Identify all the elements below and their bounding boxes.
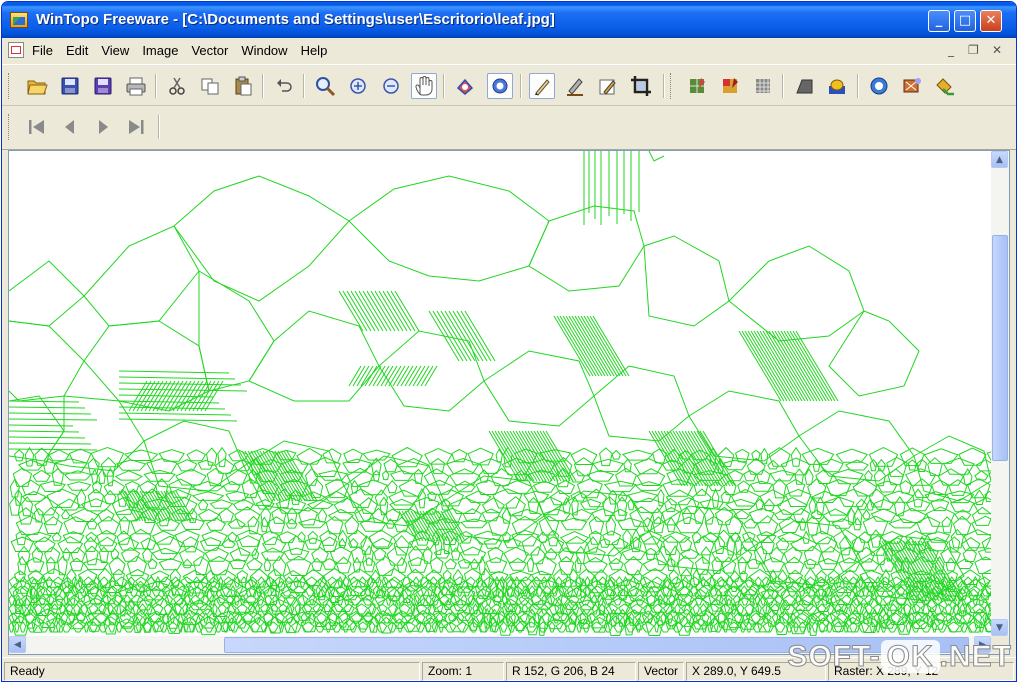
mdi-restore-button[interactable]: ❐	[968, 43, 979, 57]
hand-icon[interactable]	[411, 73, 437, 99]
mdi-close-button[interactable]: ✕	[992, 43, 1002, 57]
vector-options-icon[interactable]	[866, 73, 892, 99]
menu-edit[interactable]: Edit	[66, 43, 95, 58]
scroll-left-arrow-icon[interactable]: ◀	[9, 636, 26, 653]
crop-icon[interactable]	[628, 73, 654, 99]
save-icon[interactable]	[57, 73, 83, 99]
menu-bar: File Edit View Image Vector Window Help …	[2, 38, 1016, 62]
edit-pen-icon[interactable]	[562, 73, 588, 99]
window-title: WinTopo Freeware - [C:\Documents and Set…	[36, 11, 555, 28]
title-bar[interactable]: WinTopo Freeware - [C:\Documents and Set…	[2, 2, 1016, 38]
toolbar-separator	[158, 115, 160, 139]
toolbar-separator	[443, 74, 445, 98]
vector-drawing[interactable]	[9, 151, 991, 636]
navigation-toolbar	[2, 106, 1016, 150]
toolbar-separator	[262, 74, 264, 98]
watermark-right: .NET	[939, 640, 1012, 674]
menu-window[interactable]: Window	[241, 43, 294, 58]
menu-help[interactable]: Help	[301, 43, 335, 58]
toolbar-separator	[155, 74, 157, 98]
maximize-button[interactable]: □	[954, 10, 976, 32]
area-edit-icon[interactable]	[595, 73, 621, 99]
magnifier-icon[interactable]	[312, 73, 338, 99]
toolbar-grip[interactable]	[670, 73, 674, 99]
toolbar-separator	[663, 74, 665, 98]
undo-icon[interactable]	[271, 73, 297, 99]
status-zoom: Zoom: 1	[422, 662, 504, 681]
menu-items: File Edit View Image Vector Window Help	[32, 43, 340, 58]
next-page-icon[interactable]	[90, 114, 116, 140]
vector-canvas[interactable]	[9, 151, 991, 636]
zoom-in-icon[interactable]	[345, 73, 371, 99]
main-toolbar	[2, 64, 1016, 106]
vectorize-icon[interactable]	[824, 73, 850, 99]
vector-wizard-icon[interactable]	[899, 73, 925, 99]
document-view: ▲ ▼ ◀ ▶	[8, 150, 1010, 655]
mdi-minimize-button[interactable]: _	[948, 43, 954, 57]
toolbar-grip[interactable]	[8, 114, 12, 140]
toolbar-separator	[520, 74, 522, 98]
toolbar-separator	[857, 74, 859, 98]
toolbar-grip[interactable]	[8, 73, 12, 99]
pen-icon[interactable]	[529, 73, 555, 99]
first-page-icon[interactable]	[24, 114, 50, 140]
wintopo-app-icon[interactable]	[10, 12, 28, 28]
vertical-scroll-thumb[interactable]	[992, 235, 1008, 461]
watermark: SOFT- OK .NET	[787, 640, 1012, 674]
vertical-scrollbar[interactable]: ▲ ▼	[991, 151, 1009, 636]
raster-view-icon[interactable]	[452, 73, 478, 99]
paste-icon[interactable]	[230, 73, 256, 99]
watermark-left: SOFT-	[787, 640, 881, 674]
status-mode: Vector	[638, 662, 684, 681]
toolbar-separator	[782, 74, 784, 98]
thin-icon[interactable]	[791, 73, 817, 99]
watermark-middle: OK	[880, 640, 940, 674]
scissors-icon[interactable]	[164, 73, 190, 99]
vector-export-icon[interactable]	[932, 73, 958, 99]
raster-process-grid-icon[interactable]	[750, 73, 776, 99]
scroll-up-arrow-icon[interactable]: ▲	[991, 151, 1008, 168]
menu-image[interactable]: Image	[142, 43, 185, 58]
save-as-icon[interactable]	[90, 73, 116, 99]
menu-view[interactable]: View	[101, 43, 136, 58]
document-icon[interactable]	[8, 42, 24, 58]
print-icon[interactable]	[123, 73, 149, 99]
status-ready: Ready	[4, 662, 420, 681]
raster-process-color-icon[interactable]	[717, 73, 743, 99]
toolbar-separator	[303, 74, 305, 98]
app-window: WinTopo Freeware - [C:\Documents and Set…	[1, 1, 1017, 682]
zoom-out-icon[interactable]	[378, 73, 404, 99]
menu-vector[interactable]: Vector	[191, 43, 235, 58]
close-button[interactable]: ✕	[980, 10, 1002, 32]
scroll-down-arrow-icon[interactable]: ▼	[991, 619, 1008, 636]
open-folder-icon[interactable]	[24, 73, 50, 99]
last-page-icon[interactable]	[123, 114, 149, 140]
raster-process-icon[interactable]	[684, 73, 710, 99]
menu-file[interactable]: File	[32, 43, 60, 58]
status-rgb: R 152, G 206, B 24	[506, 662, 636, 681]
prev-page-icon[interactable]	[57, 114, 83, 140]
vector-view-icon[interactable]	[487, 73, 513, 99]
copy-icon[interactable]	[197, 73, 223, 99]
minimize-button[interactable]: _	[928, 10, 950, 32]
